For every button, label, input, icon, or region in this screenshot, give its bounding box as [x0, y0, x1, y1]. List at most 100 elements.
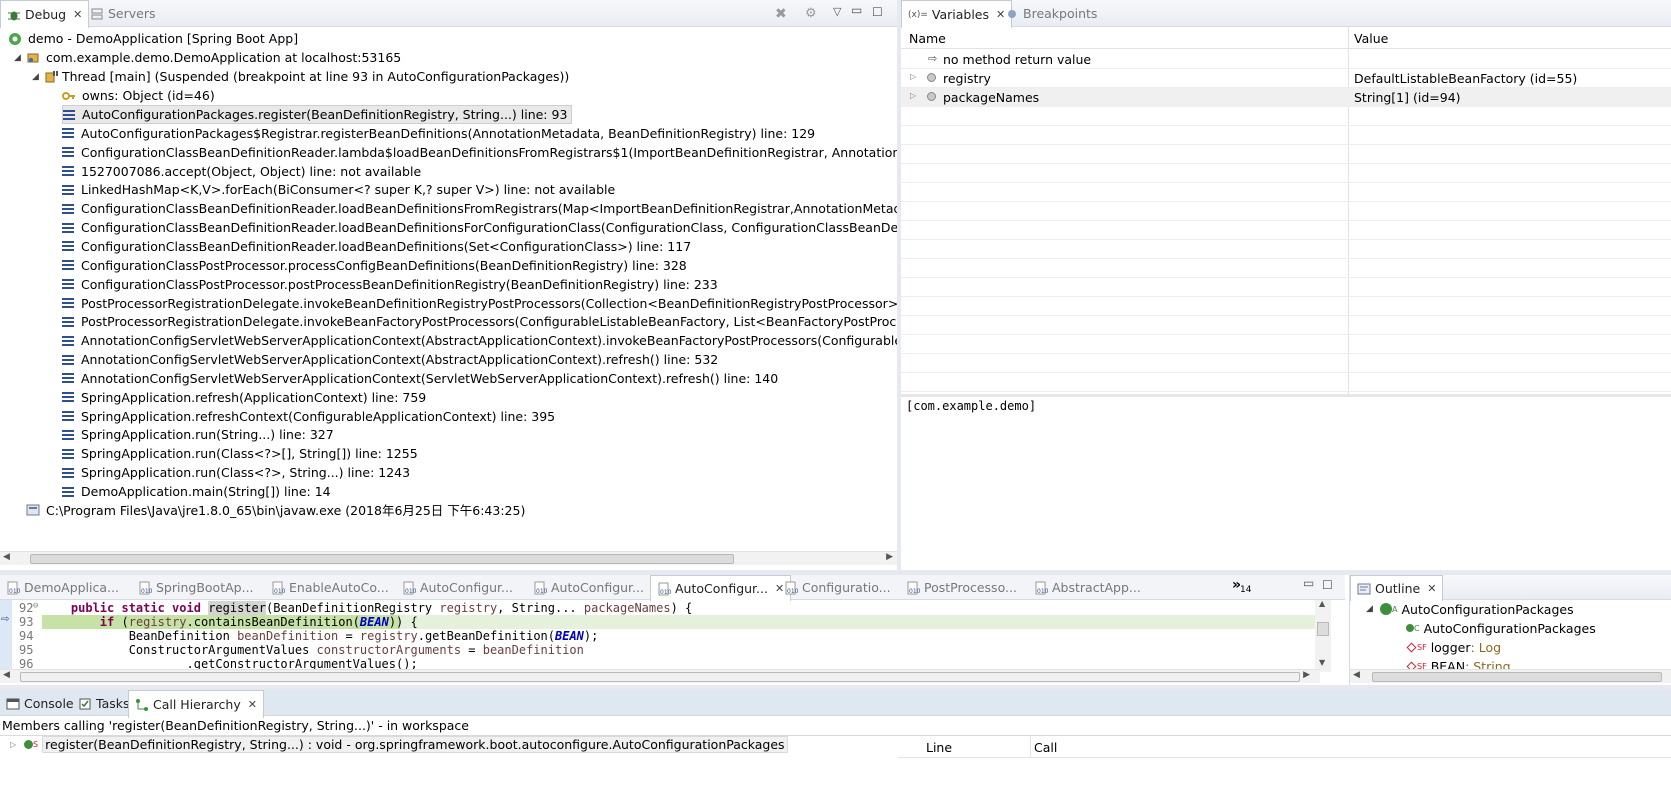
tree-target[interactable]: ◢ com.example.demo.DemoApplication at lo…	[14, 48, 401, 67]
stack-frame[interactable]: LinkedHashMap<K,V>.forEach(BiConsumer<? …	[62, 180, 615, 199]
outline-horizontal-scrollbar[interactable]: ◀	[1350, 669, 1671, 683]
stack-frame[interactable]: AnnotationConfigServletWebServerApplicat…	[62, 331, 897, 350]
code-editor[interactable]: ⇨ 92 ⊖ public static void register(BeanDe…	[0, 600, 1333, 672]
stack-frame[interactable]: AutoConfigurationPackages.register(BeanD…	[62, 105, 573, 124]
scrollbar-thumb[interactable]	[1372, 672, 1662, 682]
variable-detail-text[interactable]: [com.example.demo]	[906, 399, 1036, 413]
tab-debug[interactable]: Debug ✕	[0, 0, 90, 28]
stack-frame[interactable]: SpringApplication.run(Class<?>, String..…	[62, 463, 410, 482]
view-menu-chevron-down-icon[interactable]: ▽	[833, 5, 841, 18]
remove-terminated-icon[interactable]: ✖	[775, 6, 787, 22]
code-text: if (registry.containsBeanDefinition(BEAN…	[42, 615, 418, 629]
stack-frame[interactable]: 1527007086.accept(Object, Object) line: …	[62, 162, 421, 181]
expand-triangle-icon[interactable]: ▷	[910, 91, 916, 100]
stack-frame[interactable]: ConfigurationClassBeanDefinitionReader.l…	[62, 237, 691, 256]
scroll-up-icon[interactable]: ▲	[1319, 600, 1325, 608]
tab-servers[interactable]: Servers	[84, 0, 162, 27]
scroll-down-icon[interactable]: ▼	[1319, 658, 1325, 667]
stack-frame[interactable]: ConfigurationClassPostProcessor.processC…	[62, 256, 687, 275]
editor-minimize-icon[interactable]: ▭	[1303, 576, 1314, 590]
editor-tab-label: AutoConfigur...	[675, 581, 768, 596]
stack-frame[interactable]: AnnotationConfigServletWebServerApplicat…	[62, 350, 718, 369]
collapse-icon[interactable]: ⚙	[805, 6, 817, 21]
stack-frame[interactable]: ConfigurationClassBeanDefinitionReader.l…	[62, 199, 897, 218]
column-value[interactable]: Value	[1354, 31, 1388, 46]
editor-tab[interactable]: 010 EnableAutoCo...	[265, 575, 395, 600]
stack-frame[interactable]: ConfigurationClassBeanDefinitionReader.l…	[62, 218, 897, 237]
scroll-right-icon[interactable]: ▶	[886, 552, 893, 562]
stack-frame[interactable]: SpringApplication.refresh(ApplicationCon…	[62, 388, 426, 407]
stack-frame-icon	[62, 373, 74, 384]
scrollbar-thumb[interactable]	[30, 554, 734, 564]
stack-frame[interactable]: SpringApplication.run(String...) line: 3…	[62, 425, 334, 444]
detail-pane-divider[interactable]	[901, 394, 1671, 397]
editor-tab[interactable]: 010 AutoConfigur...	[527, 575, 650, 600]
scrollbar-thumb[interactable]	[20, 672, 1300, 682]
editor-horizontal-scrollbar[interactable]: ◀ ▶	[0, 669, 1320, 683]
close-icon[interactable]: ✕	[1427, 582, 1436, 595]
expand-triangle-icon[interactable]: ▷	[10, 740, 24, 749]
tree-thread[interactable]: ◢ Thread [main] (Suspended (breakpoint a…	[32, 67, 569, 86]
tab-call-hierarchy-label: Call Hierarchy	[153, 697, 241, 712]
code-line[interactable]: 95 ConstructorArgumentValues constructor…	[0, 643, 1333, 657]
column-line[interactable]: Line	[926, 740, 952, 755]
editor-tab[interactable]: 010 PostProcesso...	[900, 575, 1023, 600]
variable-row[interactable]: ⇨ no method return value	[901, 50, 1671, 69]
scrollbar-thumb[interactable]	[1317, 622, 1329, 636]
stack-frame[interactable]: AutoConfigurationPackages$Registrar.regi…	[62, 124, 815, 143]
outline-item[interactable]: C AutoConfigurationPackages	[1406, 619, 1596, 637]
editor-tab[interactable]: 010 AutoConfigur...	[396, 575, 519, 600]
editor-tab[interactable]: 010 SpringBootAp...	[132, 575, 260, 600]
stack-frame[interactable]: SpringApplication.run(Class<?>[], String…	[62, 444, 418, 463]
scroll-left-icon[interactable]: ◀	[1353, 670, 1360, 680]
column-name[interactable]: Name	[909, 31, 946, 46]
editor-maximize-icon[interactable]: ☐	[1322, 578, 1333, 592]
tab-outline[interactable]: Outline ✕	[1350, 575, 1444, 601]
close-icon[interactable]: ✕	[73, 8, 82, 21]
scroll-left-icon[interactable]: ◀	[3, 670, 10, 680]
debug-horizontal-scrollbar[interactable]: ◀ ▶	[0, 551, 897, 565]
editor-tab[interactable]: 010 DemoApplica...	[0, 575, 125, 600]
outline-item[interactable]: SF logger : Log	[1406, 638, 1501, 656]
outline-item[interactable]: ◢ A AutoConfigurationPackages	[1366, 600, 1574, 618]
expand-triangle-icon[interactable]: ▷	[910, 72, 916, 81]
call-hierarchy-member[interactable]: ▷ S register(BeanDefinitionRegistry, Str…	[10, 735, 788, 754]
stack-frame[interactable]: PostProcessorRegistrationDelegate.invoke…	[62, 294, 897, 313]
collapse-triangle-icon[interactable]: ◢	[1366, 604, 1380, 614]
stack-frame[interactable]: SpringApplication.refreshContext(Configu…	[62, 407, 555, 426]
collapse-triangle-icon[interactable]: ◢	[32, 72, 44, 82]
variable-row[interactable]: ▷ packageNames String[1] (id=94)	[901, 88, 1671, 107]
editor-tab[interactable]: 010 AbstractApp...	[1028, 575, 1147, 600]
tree-launch[interactable]: demo - DemoApplication [Spring Boot App]	[8, 29, 298, 48]
fold-icon[interactable]: ⊖	[33, 601, 38, 611]
java-class-file-icon: 010	[657, 582, 672, 596]
tab-variables[interactable]: (x)= Variables ✕	[901, 0, 1013, 28]
stack-frame[interactable]: DemoApplication.main(String[]) line: 14	[62, 482, 331, 501]
stack-frame[interactable]: AnnotationConfigServletWebServerApplicat…	[62, 369, 778, 388]
code-line[interactable]: 94 BeanDefinition beanDefinition = regis…	[0, 629, 1333, 643]
collapse-triangle-icon[interactable]: ◢	[14, 53, 26, 63]
tab-console[interactable]: Console	[0, 690, 80, 717]
code-line[interactable]: 92 ⊖ public static void register(BeanDefi…	[0, 601, 1333, 615]
scroll-right-icon[interactable]: ▶	[1303, 670, 1310, 680]
editor-tab[interactable]: 010 AutoConfigur... ✕	[650, 575, 792, 601]
editor-tab[interactable]: 010 Configuratio...	[778, 575, 897, 600]
stack-frame[interactable]: PostProcessorRegistrationDelegate.invoke…	[62, 312, 897, 331]
tree-owns[interactable]: owns: Object (id=46)	[62, 86, 215, 105]
variable-row[interactable]: ▷ registry DefaultListableBeanFactory (i…	[901, 69, 1671, 88]
minimize-icon[interactable]: ▭	[851, 3, 862, 17]
vertical-scrollbar[interactable]: ▲ ▼	[1315, 600, 1331, 672]
maximize-icon[interactable]: ☐	[872, 5, 883, 19]
column-separator[interactable]	[1030, 736, 1031, 758]
close-icon[interactable]: ✕	[248, 698, 257, 711]
tab-call-hierarchy[interactable]: Call Hierarchy ✕	[128, 690, 264, 718]
scroll-left-icon[interactable]: ◀	[3, 552, 10, 562]
constructor-modifier: C	[1414, 623, 1420, 633]
tree-process[interactable]: C:\Program Files\Java\jre1.8.0_65\bin\ja…	[26, 500, 525, 519]
tab-tasks[interactable]: Tasks	[72, 690, 136, 717]
tab-breakpoints[interactable]: Breakpoints	[999, 0, 1103, 27]
column-call[interactable]: Call	[1034, 740, 1057, 755]
stack-frame[interactable]: ConfigurationClassBeanDefinitionReader.l…	[62, 143, 897, 162]
code-line[interactable]: 93 if (registry.containsBeanDefinition(B…	[0, 615, 1333, 629]
stack-frame[interactable]: ConfigurationClassPostProcessor.postProc…	[62, 275, 718, 294]
